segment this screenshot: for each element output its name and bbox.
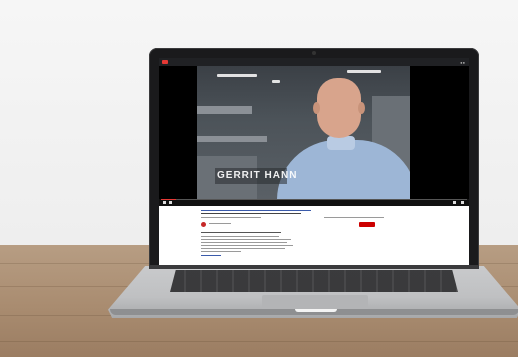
webcam <box>312 51 316 55</box>
play-icon[interactable] <box>163 201 166 204</box>
channel-avatar[interactable] <box>201 222 206 227</box>
video-meta-line <box>201 217 261 218</box>
wood-grain <box>0 341 518 342</box>
volume-icon[interactable] <box>169 201 172 204</box>
trackpad <box>262 295 368 310</box>
workshop-shelf <box>197 136 267 142</box>
laptop-hinge <box>149 265 479 269</box>
speaker-head <box>317 78 361 138</box>
fullscreen-icon[interactable] <box>461 201 464 204</box>
ceiling-light <box>272 80 280 83</box>
description-line <box>201 242 287 243</box>
player-controls <box>159 199 469 206</box>
description-line <box>201 245 293 246</box>
browser-menu-icon[interactable]: ●● <box>460 60 465 65</box>
lower-third-name: GERRIT HANN <box>217 170 298 181</box>
laptop-lid: ●● GERRIT HANN <box>149 48 479 270</box>
description-line <box>201 251 241 252</box>
keyboard <box>170 270 458 292</box>
ceiling-light <box>347 70 381 73</box>
video-info-panel <box>159 206 469 265</box>
laptop-screen: ●● GERRIT HANN <box>159 58 469 265</box>
settings-icon[interactable] <box>453 201 456 204</box>
progress-bar[interactable] <box>161 199 467 200</box>
video-frame[interactable]: GERRIT HANN <box>197 66 410 199</box>
youtube-logo-icon[interactable] <box>162 60 168 64</box>
browser-tab-bar: ●● <box>159 58 469 66</box>
video-title-line <box>201 213 301 214</box>
description-line <box>201 232 281 233</box>
speaker-collar <box>327 136 355 150</box>
workshop-shelf <box>197 106 252 114</box>
channel-name-line[interactable] <box>209 223 231 224</box>
speaker-ear <box>313 102 320 114</box>
show-more-link[interactable] <box>201 255 221 256</box>
speaker-ear <box>358 102 365 114</box>
video-player[interactable]: GERRIT HANN <box>159 66 469 206</box>
ceiling-light <box>217 74 257 77</box>
description-line <box>201 248 285 249</box>
subscribe-button[interactable] <box>359 222 375 227</box>
video-actions-line[interactable] <box>324 217 384 218</box>
progress-fill <box>161 199 177 200</box>
video-title-line[interactable] <box>201 210 311 211</box>
description-line <box>201 236 279 237</box>
lid-notch <box>295 309 337 312</box>
description-line <box>201 239 291 240</box>
